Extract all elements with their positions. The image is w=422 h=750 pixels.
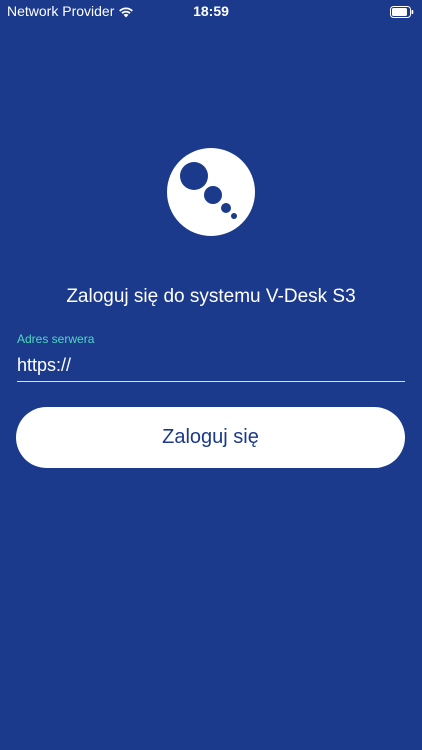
battery-icon	[390, 5, 414, 18]
app-logo	[167, 148, 255, 236]
server-address-input[interactable]	[17, 350, 405, 382]
status-bar: Network Provider 18:59	[0, 0, 422, 22]
login-title: Zaloguj się do systemu V-Desk S3	[66, 286, 356, 307]
login-button[interactable]: Zaloguj się	[16, 407, 405, 468]
bubbles-logo-icon	[180, 162, 237, 219]
status-clock: 18:59	[193, 3, 229, 19]
server-address-label: Adres serwera	[17, 332, 95, 346]
